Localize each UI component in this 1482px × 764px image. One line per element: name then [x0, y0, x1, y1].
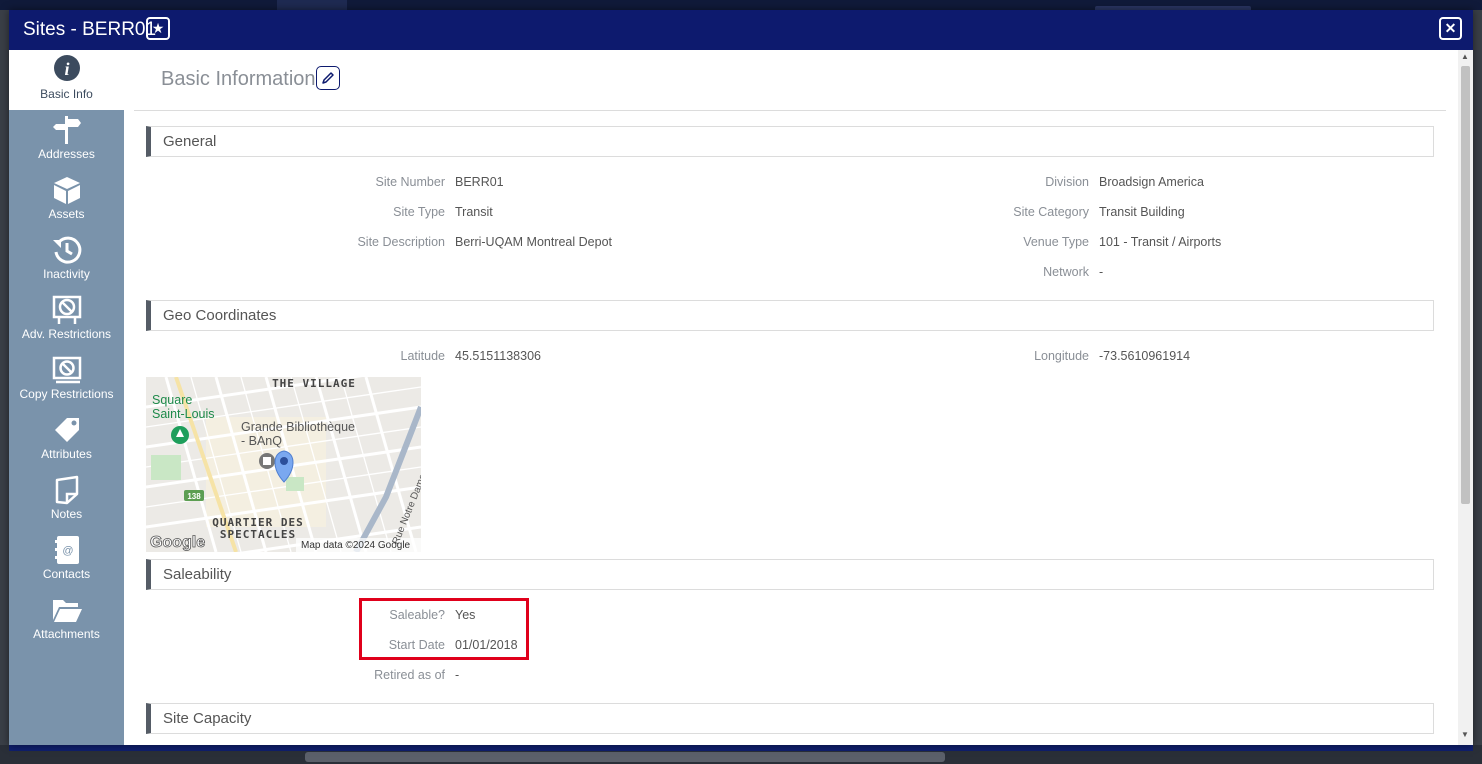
map-label-quartier-line2: SPECTACLES [220, 528, 296, 541]
retired-value: - [455, 668, 460, 682]
map-attribution: Map data ©2024 Google [301, 540, 411, 551]
background-tab [277, 0, 347, 10]
sidebar: i Basic Info Addresses Assets Inactivity… [9, 50, 124, 745]
sidebar-item-label: Contacts [42, 567, 91, 581]
site-number-value: BERR01 [455, 175, 504, 189]
site-description-label: Site Description [357, 235, 445, 249]
sidebar-item-label: Basic Info [40, 87, 93, 101]
division-value: Broadsign America [1099, 175, 1204, 189]
scroll-down-icon[interactable]: ▼ [1461, 730, 1469, 739]
sidebar-item-adv-restrictions[interactable]: Adv. Restrictions [9, 290, 124, 350]
site-description-value: Berri-UQAM Montreal Depot [455, 235, 612, 249]
modal-title: Sites - BERR01 [23, 19, 157, 40]
retired-label: Retired as of [374, 668, 445, 682]
map-label-library-line1: Grande Bibliothèque [241, 420, 355, 434]
svg-text:@: @ [62, 545, 73, 557]
history-icon [52, 236, 81, 264]
modal-titlebar: Sites - BERR01 ★ ✕ [9, 10, 1473, 50]
sidebar-item-assets[interactable]: Assets [9, 170, 124, 230]
title-divider [134, 110, 1446, 111]
venue-type-label: Venue Type [1023, 235, 1089, 249]
address-book-icon: @ [54, 536, 79, 564]
latitude-value: 45.5151138306 [455, 349, 541, 363]
close-icon: ✕ [1444, 20, 1457, 36]
section-geo-coordinates: Geo Coordinates [146, 300, 1434, 331]
section-heading: Geo Coordinates [163, 307, 277, 324]
map-label-village: THE VILLAGE [272, 377, 356, 390]
box-icon [53, 177, 80, 204]
sidebar-item-label: Attributes [41, 447, 92, 461]
sidebar-item-inactivity[interactable]: Inactivity [9, 230, 124, 290]
section-saleability: Saleability [146, 559, 1434, 590]
content-panel: Basic Information General Site Number BE… [124, 50, 1458, 745]
division-label: Division [1045, 175, 1089, 189]
section-heading: Saleability [163, 566, 232, 583]
section-general: General [146, 126, 1434, 157]
map-label-library-line2: - BAnQ [241, 434, 282, 448]
sidebar-item-copy-restrictions[interactable]: Copy Restrictions [9, 350, 124, 410]
sidebar-item-label: Inactivity [43, 267, 90, 281]
longitude-label: Longitude [1034, 349, 1089, 363]
sidebar-item-attachments[interactable]: Attachments [9, 590, 124, 650]
close-button[interactable]: ✕ [1439, 17, 1462, 40]
prohibited-stack-icon [52, 356, 81, 384]
google-logo: Google [150, 534, 205, 551]
favorite-button[interactable]: ★ [146, 17, 170, 40]
page-title: Basic Information [161, 68, 316, 90]
star-icon: ★ [151, 20, 165, 36]
sidebar-item-notes[interactable]: Notes [9, 470, 124, 530]
site-category-value: Transit Building [1099, 205, 1185, 219]
background-footer [0, 745, 1482, 764]
note-icon [55, 475, 78, 505]
content-scrollbar[interactable]: ▲ ▼ [1458, 50, 1473, 745]
sidebar-item-label: Copy Restrictions [19, 387, 114, 401]
map-graphic: THE VILLAGE Square Saint-Louis Grande Bi… [146, 377, 421, 552]
background-app-header [0, 0, 1482, 10]
edit-button[interactable] [316, 66, 340, 90]
background-scrollbar [305, 752, 945, 762]
prohibited-sign-icon [52, 295, 81, 324]
sidebar-item-label: Attachments [33, 627, 100, 641]
sidebar-item-attributes[interactable]: Attributes [9, 410, 124, 470]
section-heading: Site Capacity [163, 710, 252, 727]
section-heading: General [163, 133, 217, 150]
background-bar [9, 745, 1473, 751]
network-value: - [1099, 265, 1104, 279]
info-icon: i [53, 55, 80, 81]
sidebar-item-label: Assets [48, 207, 85, 221]
site-category-label: Site Category [1013, 205, 1089, 219]
site-modal: Sites - BERR01 ★ ✕ i Basic Info Addresse… [9, 10, 1473, 745]
venue-type-value: 101 - Transit / Airports [1099, 235, 1222, 249]
sidebar-item-contacts[interactable]: @ Contacts [9, 530, 124, 590]
location-map[interactable]: THE VILLAGE Square Saint-Louis Grande Bi… [146, 377, 421, 552]
map-label-route: 138 [187, 492, 201, 501]
signpost-icon [52, 116, 81, 144]
scroll-up-icon[interactable]: ▲ [1461, 52, 1469, 61]
site-type-label: Site Type [393, 205, 445, 219]
section-site-capacity: Site Capacity [146, 703, 1434, 734]
tags-icon [54, 418, 79, 442]
sidebar-item-label: Addresses [38, 147, 95, 161]
highlight-box [359, 598, 529, 660]
scrollbar-thumb[interactable] [1461, 66, 1470, 504]
site-type-value: Transit [455, 205, 493, 219]
sidebar-item-addresses[interactable]: Addresses [9, 110, 124, 170]
network-label: Network [1043, 265, 1089, 279]
pencil-icon [322, 72, 334, 84]
folder-open-icon [52, 600, 82, 622]
site-number-label: Site Number [375, 175, 445, 189]
sidebar-item-label: Notes [50, 507, 83, 521]
map-label-square-line2: Saint-Louis [152, 407, 215, 421]
svg-text:i: i [64, 59, 69, 79]
sidebar-item-label: Adv. Restrictions [21, 327, 112, 341]
latitude-label: Latitude [400, 349, 445, 363]
sidebar-item-basic-info[interactable]: i Basic Info [9, 50, 124, 110]
longitude-value: -73.5610961914 [1099, 349, 1191, 363]
map-label-square-line1: Square [152, 393, 192, 407]
